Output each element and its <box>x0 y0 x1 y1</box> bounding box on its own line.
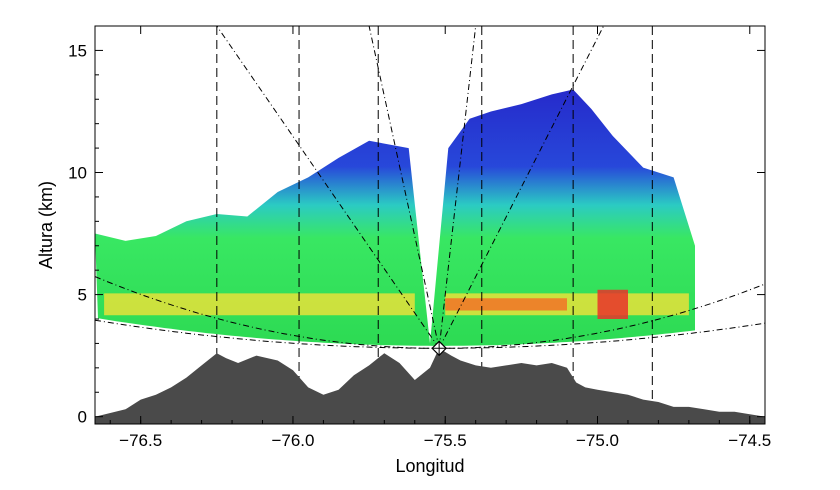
x-tick-label: −76.0 <box>271 431 314 450</box>
y-tick-label: 5 <box>78 286 87 305</box>
bright-band-segment <box>104 293 415 316</box>
bright-band-segment <box>597 289 628 319</box>
y-tick-label: 0 <box>78 408 87 427</box>
x-tick-label: −74.5 <box>728 431 771 450</box>
x-tick-label: −76.5 <box>119 431 162 450</box>
terrain-area <box>95 348 765 424</box>
x-tick-label: −75.0 <box>576 431 619 450</box>
plot-area <box>95 26 765 424</box>
radar-cross-section-chart: −76.5 −76.0 −75.5 −75.0 −74.5 0 5 10 15 Longitu… <box>36 25 771 476</box>
x-tick-label: −75.5 <box>424 431 467 450</box>
y-tick-label: 10 <box>68 164 87 183</box>
x-axis-title: Longitud <box>395 456 464 476</box>
bright-band <box>104 289 689 319</box>
y-tick-label: 15 <box>68 41 87 60</box>
y-axis-title: Altura (km) <box>36 181 56 269</box>
